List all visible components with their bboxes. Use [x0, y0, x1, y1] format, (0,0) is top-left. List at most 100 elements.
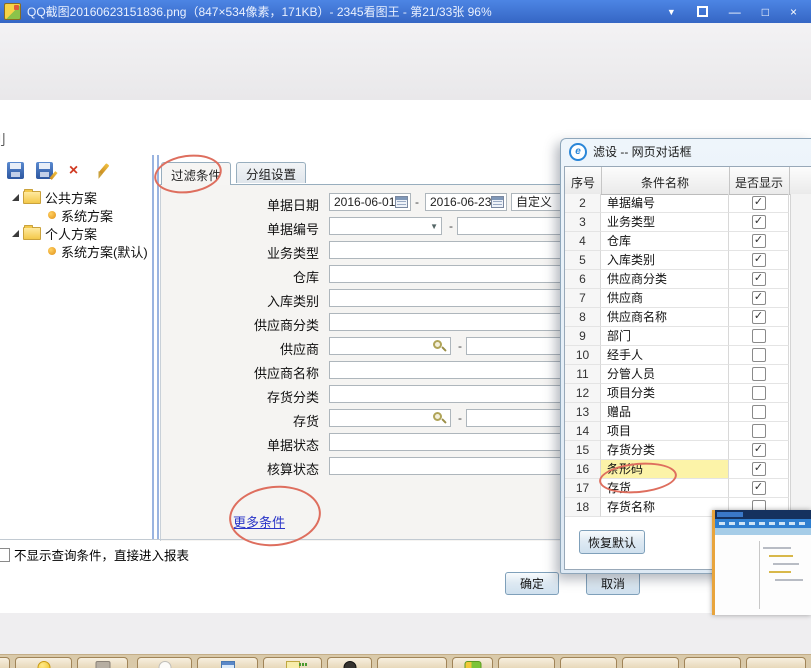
cancel-button[interactable]: 取消 [586, 572, 640, 595]
search-icon[interactable] [433, 340, 446, 353]
dropdown-arrow-icon[interactable]: ▼ [667, 7, 676, 17]
taskbar-button[interactable] [560, 657, 617, 668]
row-number: 7 [565, 289, 601, 308]
hide-conditions-checkbox[interactable] [0, 548, 10, 562]
display-checkbox[interactable]: ✓ [752, 215, 766, 229]
minimize-icon[interactable]: — [729, 5, 741, 19]
edit-icon[interactable] [94, 162, 111, 179]
display-checkbox[interactable]: ✓ [752, 443, 766, 457]
save-as-icon[interactable] [36, 162, 53, 179]
display-checkbox[interactable]: ✓ [752, 272, 766, 286]
search-icon[interactable] [433, 412, 446, 425]
gray-chip-icon [95, 661, 110, 668]
display-checkbox[interactable]: ✓ [752, 253, 766, 267]
display-checkbox[interactable] [752, 405, 766, 419]
chevron-down-icon[interactable]: ▼ [430, 222, 438, 231]
display-checkbox[interactable]: ✓ [752, 462, 766, 476]
tree-item-item[interactable]: 系统方案(默认) [0, 242, 152, 260]
input-supplier-from[interactable] [329, 337, 451, 355]
condition-row-handler: 10经手人 [565, 346, 790, 365]
tree-item-label: 个人方案 [45, 224, 97, 243]
display-checkbox[interactable]: ✓ [752, 481, 766, 495]
input-inventory-category[interactable] [329, 385, 572, 403]
field-label: 供应商名称 [161, 363, 319, 382]
taskbar-button[interactable] [0, 657, 10, 668]
expand-triangle-icon[interactable] [12, 194, 19, 201]
expand-triangle-icon[interactable] [12, 230, 19, 237]
condition-name: 仓库 [601, 232, 729, 251]
delete-icon[interactable]: × [65, 162, 82, 179]
column-header-name: 条件名称 [601, 174, 729, 191]
field-label: 供应商分类 [161, 315, 319, 334]
ok-button[interactable]: 确定 [505, 572, 559, 595]
calendar-icon[interactable] [491, 196, 504, 208]
thumbnail-content [715, 535, 811, 615]
display-checkbox[interactable] [752, 386, 766, 400]
input-account-status[interactable] [329, 457, 572, 475]
calendar-icon[interactable] [395, 196, 408, 208]
input-inbound-category[interactable] [329, 289, 572, 307]
combo-bill-no[interactable]: ▼ [329, 217, 442, 235]
thumbnail-window[interactable] [712, 510, 811, 615]
taskbar-button[interactable] [197, 657, 258, 668]
fullscreen-icon[interactable] [697, 6, 708, 17]
input-supplier-category[interactable] [329, 313, 572, 331]
input-biz-type[interactable] [329, 241, 572, 259]
close-icon[interactable]: × [790, 5, 797, 19]
taskbar-button[interactable] [498, 657, 555, 668]
taskbar-button[interactable] [622, 657, 679, 668]
taskbar-button[interactable] [746, 657, 806, 668]
panel-splitter[interactable] [152, 155, 159, 540]
row-number: 17 [565, 479, 601, 498]
save-icon[interactable] [7, 162, 24, 179]
dialog-titlebar[interactable]: e 滤设 -- 网页对话框 [561, 139, 811, 164]
field-label: 业务类型 [161, 243, 319, 262]
input-bill-no-to[interactable] [457, 217, 572, 235]
date-to-input[interactable]: 2016-06-23 [425, 193, 507, 211]
display-checkbox[interactable]: ✓ [752, 196, 766, 210]
display-checkbox[interactable]: ✓ [752, 310, 766, 324]
range-dash: - [415, 195, 419, 209]
condition-name: 存货分类 [601, 441, 729, 460]
input-warehouse[interactable] [329, 265, 572, 283]
taskbar-button[interactable] [684, 657, 741, 668]
display-checkbox[interactable] [752, 367, 766, 381]
more-conditions-link[interactable]: 更多条件 [233, 512, 285, 531]
column-header-show: 是否显示 [729, 174, 789, 191]
checkbox-cell: ✓ [729, 270, 789, 289]
date-from-input[interactable]: 2016-06-01 [329, 193, 411, 211]
viewer-background [0, 23, 811, 101]
taskbar-button[interactable] [137, 657, 192, 668]
tab-filter-conditions[interactable]: 过滤条件 [161, 162, 231, 185]
display-checkbox[interactable]: ✓ [752, 291, 766, 305]
input-bill-status[interactable] [329, 433, 572, 451]
input-inventory-to[interactable] [466, 409, 572, 427]
input-supplier-to[interactable] [466, 337, 572, 355]
header-divider [789, 167, 790, 194]
tree-item-item[interactable]: 系统方案 [0, 206, 152, 224]
condition-row-project-category: 12项目分类 [565, 384, 790, 403]
checkbox-cell [729, 403, 789, 422]
taskbar-button[interactable] [452, 657, 493, 668]
display-checkbox[interactable] [752, 424, 766, 438]
row-number: 10 [565, 346, 601, 365]
restore-default-button[interactable]: 恢复默认 [579, 530, 645, 554]
condition-name: 部门 [601, 327, 729, 346]
checkbox-cell [729, 422, 789, 441]
display-checkbox[interactable] [752, 348, 766, 362]
checkbox-cell: ✓ [729, 194, 789, 213]
taskbar-button[interactable] [15, 657, 72, 668]
taskbar-button[interactable] [327, 657, 372, 668]
tree-item-folder[interactable]: 个人方案 [0, 224, 152, 242]
input-inventory-from[interactable] [329, 409, 451, 427]
maximize-icon[interactable]: □ [762, 5, 769, 19]
taskbar-button[interactable] [263, 657, 322, 668]
display-checkbox[interactable] [752, 329, 766, 343]
condition-name: 条形码 [601, 460, 729, 479]
tree-item-folder[interactable]: 公共方案 [0, 188, 152, 206]
taskbar-button[interactable] [77, 657, 128, 668]
input-supplier-name[interactable] [329, 361, 572, 379]
display-checkbox[interactable]: ✓ [752, 234, 766, 248]
tab-group-settings[interactable]: 分组设置 [236, 162, 306, 183]
taskbar-button[interactable] [377, 657, 447, 668]
